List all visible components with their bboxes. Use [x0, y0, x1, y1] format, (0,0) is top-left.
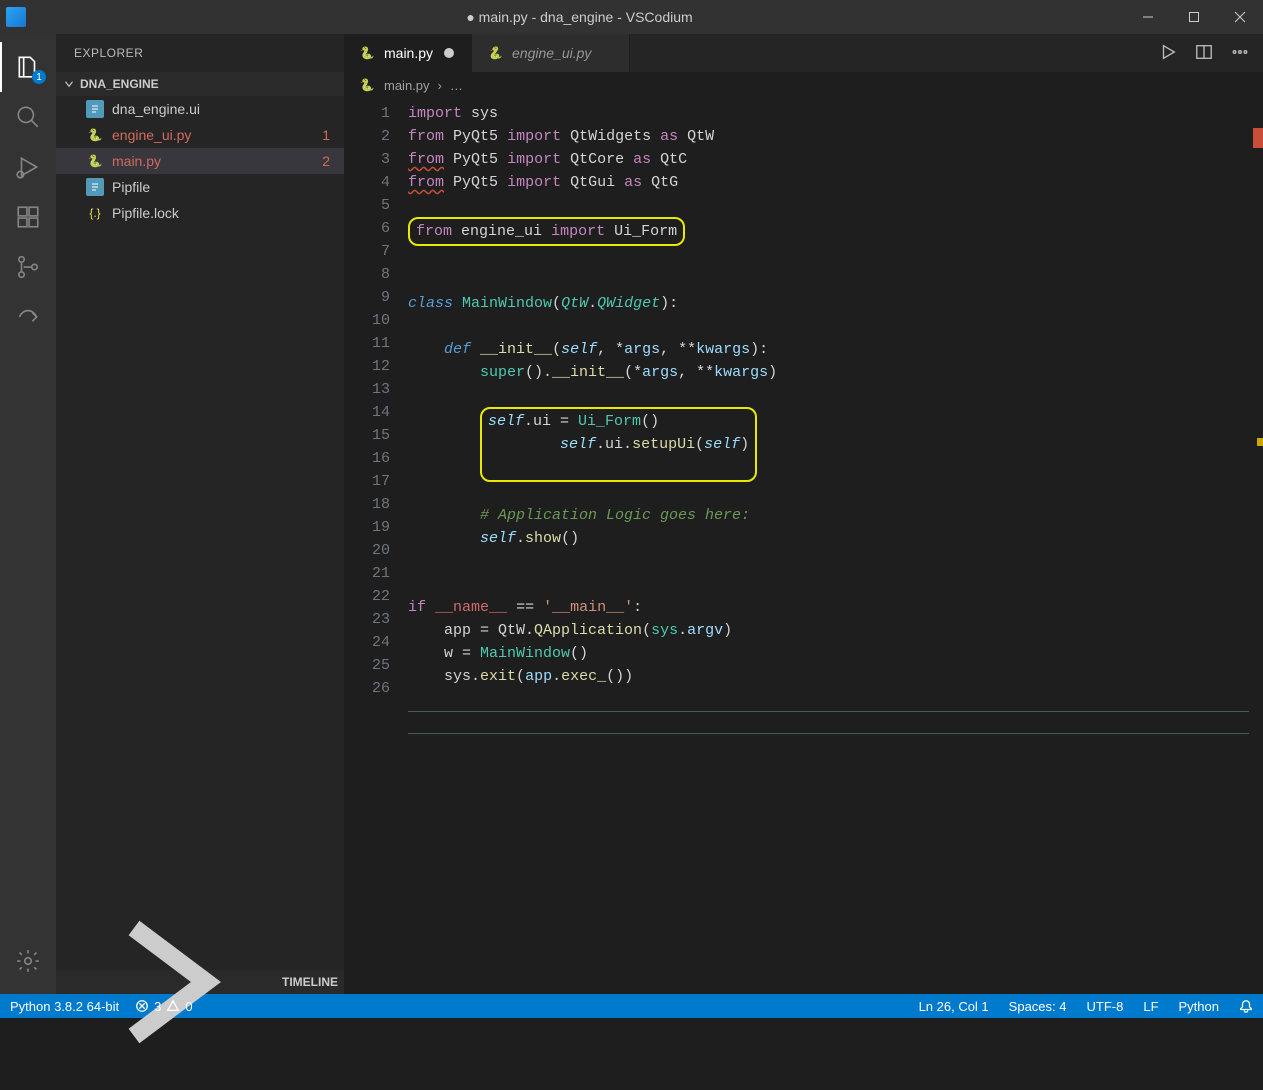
file-name: Pipfile.lock	[112, 205, 179, 221]
python-icon: 🐍	[486, 44, 504, 62]
file-Pipfile[interactable]: Pipfile	[56, 174, 344, 200]
file-icon: 🐍	[86, 126, 104, 144]
file-main.py[interactable]: 🐍 main.py 2	[56, 148, 344, 174]
window-title: ● main.py - dna_engine - VSCodium	[34, 9, 1125, 25]
project-name: DNA_ENGINE	[80, 77, 159, 91]
timeline-section[interactable]: TIMELINE	[56, 970, 344, 994]
chevron-right-icon: ›	[438, 78, 442, 93]
file-Pipfile.lock[interactable]: {.} Pipfile.lock	[56, 200, 344, 226]
file-icon	[86, 100, 104, 118]
status-spaces[interactable]: Spaces: 4	[1009, 999, 1067, 1014]
file-name: engine_ui.py	[112, 127, 191, 143]
sidebar-header: EXPLORER	[56, 34, 344, 72]
dirty-icon[interactable]	[441, 48, 457, 58]
tab-main.py[interactable]: 🐍 main.py	[344, 34, 472, 72]
file-icon: {.}	[86, 204, 104, 222]
breadcrumb[interactable]: 🐍 main.py › …	[344, 72, 1263, 98]
activity-bar: 1	[0, 34, 56, 994]
status-position[interactable]: Ln 26, Col 1	[919, 999, 989, 1014]
file-name: dna_engine.ui	[112, 101, 200, 117]
source-control-icon[interactable]	[0, 242, 56, 292]
breadcrumb-file: main.py	[384, 78, 430, 93]
code-area[interactable]: import sysfrom PyQt5 import QtWidgets as…	[408, 98, 1263, 994]
status-problems[interactable]: 3 0	[135, 999, 192, 1014]
settings-icon[interactable]	[0, 936, 56, 986]
file-name: Pipfile	[112, 179, 150, 195]
search-icon[interactable]	[0, 92, 56, 142]
project-section[interactable]: DNA_ENGINE	[56, 72, 344, 96]
run-icon[interactable]	[1159, 43, 1177, 64]
breadcrumb-more: …	[450, 78, 463, 93]
tab-engine_ui.py[interactable]: 🐍 engine_ui.py	[472, 34, 630, 72]
explorer-badge: 1	[32, 70, 46, 84]
notifications-icon[interactable]	[1239, 999, 1253, 1013]
share-icon[interactable]	[0, 292, 56, 342]
file-engine_ui.py[interactable]: 🐍 engine_ui.py 1	[56, 122, 344, 148]
minimize-button[interactable]	[1125, 0, 1171, 34]
line-gutter: 1234567891011121314151617181920212223242…	[344, 98, 408, 994]
tab-label: engine_ui.py	[512, 45, 591, 61]
split-icon[interactable]	[1195, 43, 1213, 64]
python-icon: 🐍	[358, 44, 376, 62]
titlebar: ● main.py - dna_engine - VSCodium	[0, 0, 1263, 34]
error-count: 2	[322, 153, 330, 169]
file-icon: 🐍	[86, 152, 104, 170]
status-encoding[interactable]: UTF-8	[1087, 999, 1124, 1014]
tab-label: main.py	[384, 45, 433, 61]
extensions-icon[interactable]	[0, 192, 56, 242]
status-eol[interactable]: LF	[1143, 999, 1158, 1014]
explorer-icon[interactable]: 1	[0, 42, 56, 92]
file-tree: dna_engine.ui 🐍 engine_ui.py 1 🐍 main.py 2 Pipf…	[56, 96, 344, 970]
file-icon	[86, 178, 104, 196]
file-dna_engine.ui[interactable]: dna_engine.ui	[56, 96, 344, 122]
app-icon	[6, 7, 26, 27]
python-icon: 🐍	[358, 76, 376, 94]
close-button[interactable]	[1217, 0, 1263, 34]
editor: 🐍 main.py 🐍 engine_ui.py 🐍 main.py › … 1234…	[344, 34, 1263, 994]
status-lang[interactable]: Python	[1179, 999, 1219, 1014]
debug-icon[interactable]	[0, 142, 56, 192]
tab-bar: 🐍 main.py 🐍 engine_ui.py	[344, 34, 1263, 72]
sidebar: EXPLORER DNA_ENGINE dna_engine.ui 🐍 engine…	[56, 34, 344, 994]
error-count: 1	[322, 127, 330, 143]
file-name: main.py	[112, 153, 161, 169]
timeline-label: TIMELINE	[282, 975, 338, 989]
maximize-button[interactable]	[1171, 0, 1217, 34]
status-python[interactable]: Python 3.8.2 64-bit	[10, 999, 119, 1014]
minimap[interactable]	[1249, 98, 1263, 994]
more-icon[interactable]	[1231, 43, 1249, 64]
